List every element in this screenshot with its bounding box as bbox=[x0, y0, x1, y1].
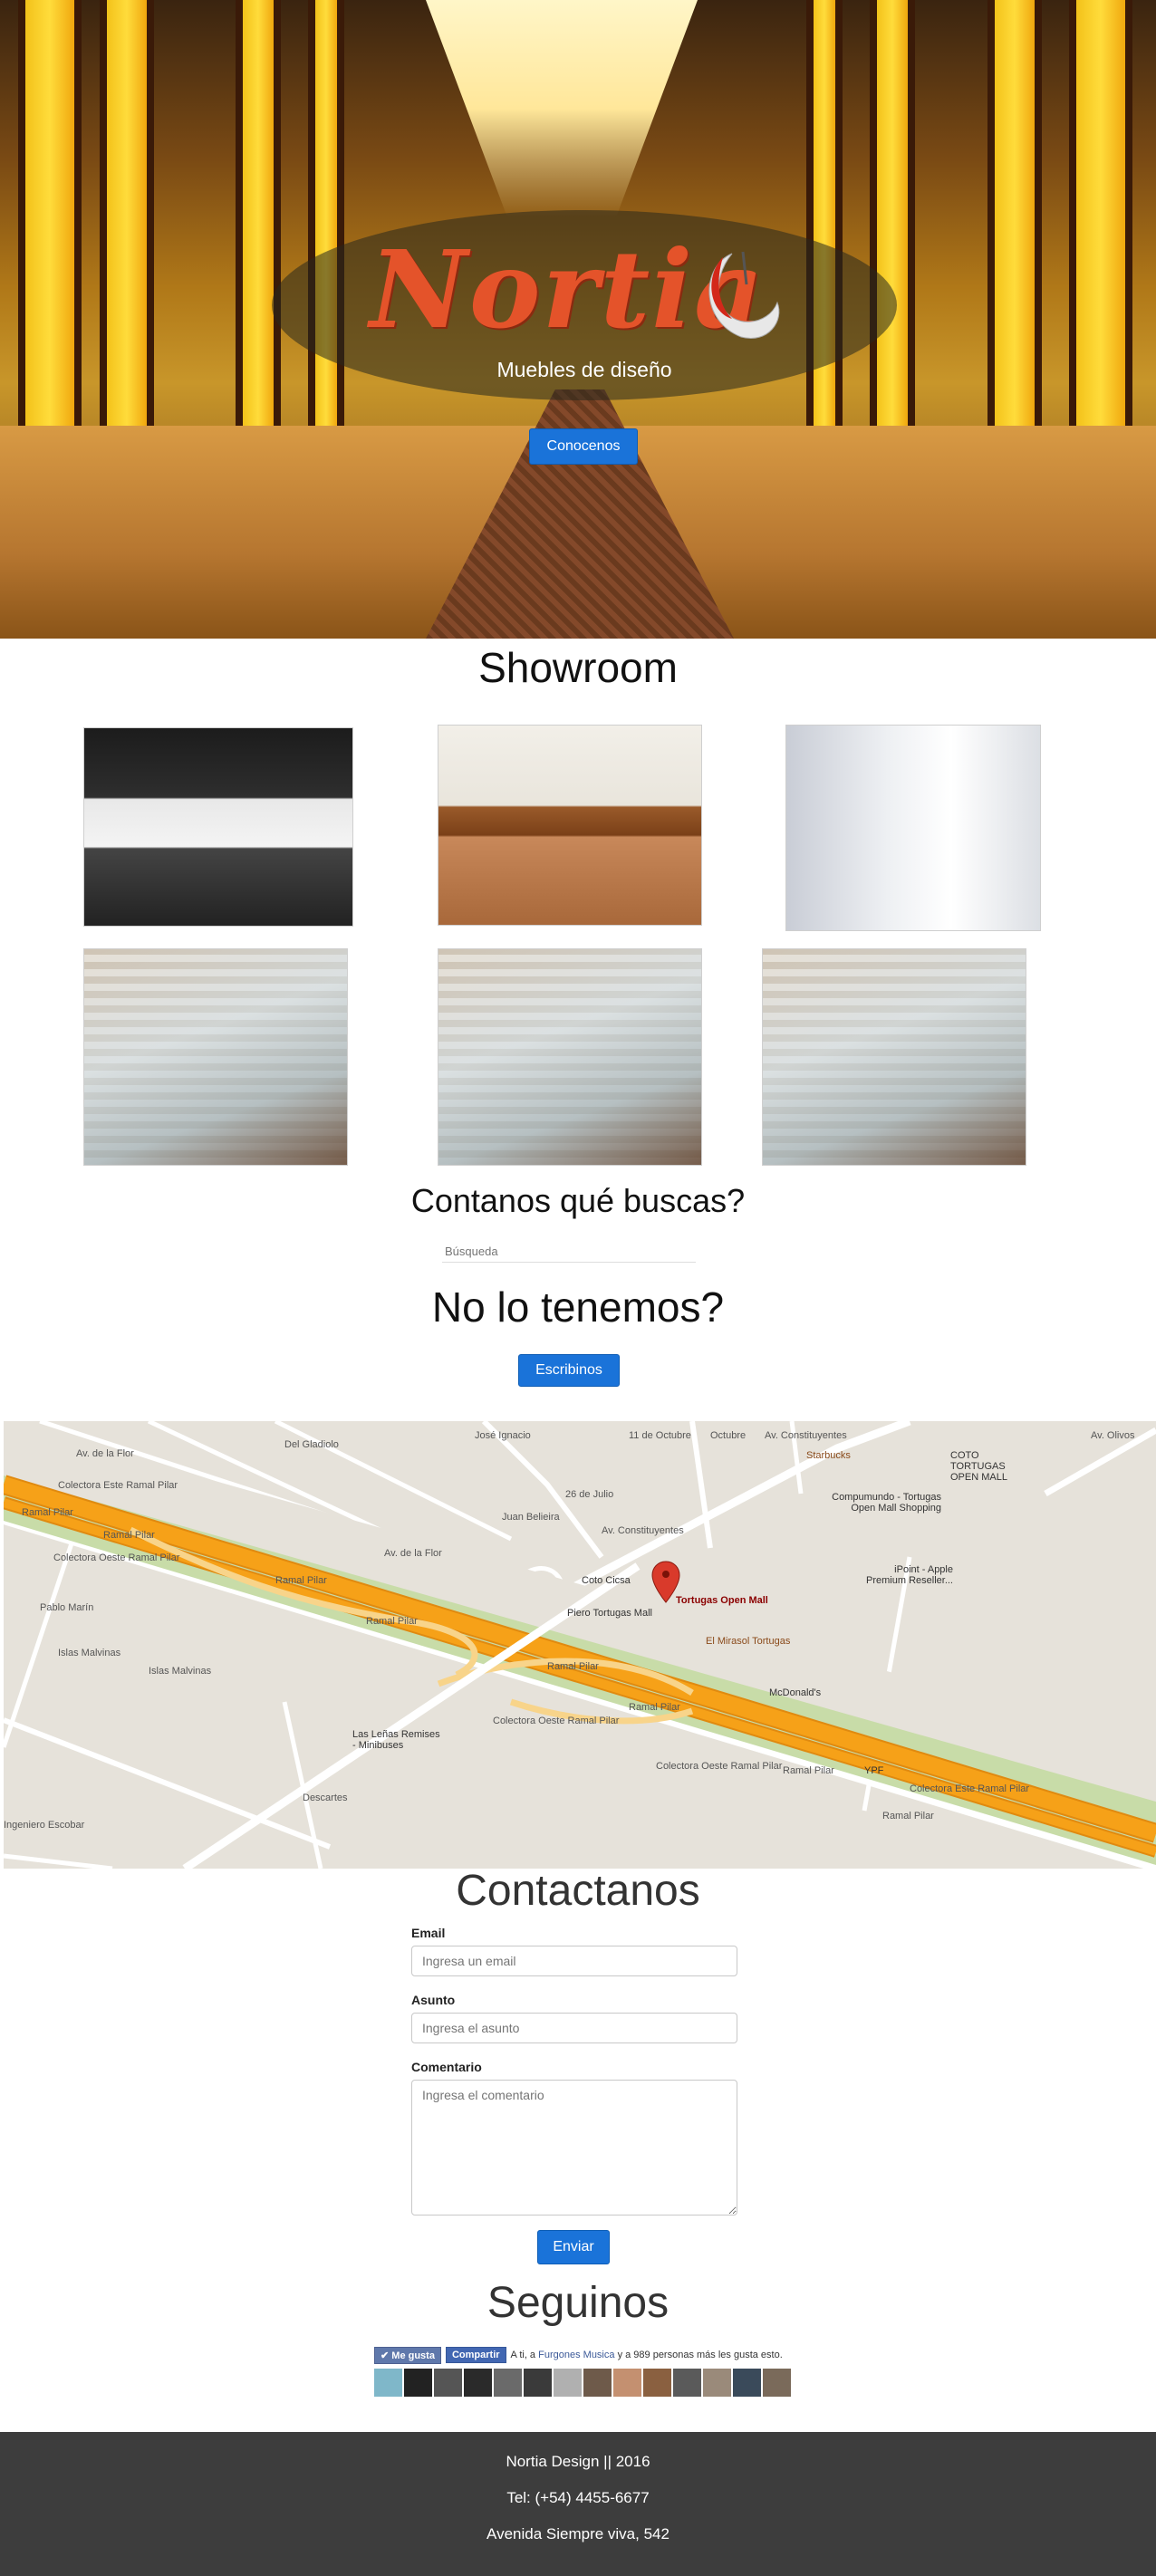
map-street-label: Descartes bbox=[303, 1793, 348, 1803]
not-found-title: No lo tenemos? bbox=[431, 1283, 725, 1331]
showroom-photo[interactable] bbox=[438, 725, 702, 926]
map-street-label: 11 de Octubre bbox=[629, 1430, 691, 1441]
map-street-label: Av. Constituyentes bbox=[765, 1430, 847, 1441]
map-street-label: Juan Belieira bbox=[502, 1512, 560, 1523]
map-street-label: Islas Malvinas bbox=[58, 1648, 121, 1658]
fb-face-avatar[interactable] bbox=[434, 2369, 462, 2397]
fb-face-avatar[interactable] bbox=[494, 2369, 522, 2397]
map-poi-ypf[interactable]: YPF bbox=[864, 1765, 883, 1776]
fb-face-avatar[interactable] bbox=[464, 2369, 492, 2397]
email-label: Email bbox=[411, 1926, 446, 1940]
map-poi-las-lenas[interactable]: Las Leñas Remises - Minibuses bbox=[352, 1729, 443, 1751]
comment-label: Comentario bbox=[411, 2060, 482, 2074]
fb-face-avatar[interactable] bbox=[583, 2369, 612, 2397]
fb-text-post: y a 989 personas más les gusta esto. bbox=[617, 2350, 783, 2360]
conocenos-button[interactable]: Conocenos bbox=[529, 428, 638, 465]
fb-face-avatar[interactable] bbox=[703, 2369, 731, 2397]
fb-share-button[interactable]: Compartir bbox=[445, 2347, 506, 2363]
fb-like-text: A ti, a Furgones Musica y a 989 personas… bbox=[511, 2350, 783, 2360]
escribinos-button[interactable]: Escribinos bbox=[518, 1354, 620, 1387]
map-poi-mirasol[interactable]: El Mirasol Tortugas bbox=[706, 1636, 790, 1647]
map-street-label: Ramal Pilar bbox=[783, 1765, 834, 1776]
map-street-label: Colectora Oeste Ramal Pilar bbox=[53, 1552, 180, 1563]
search-title: Contanos qué buscas? bbox=[410, 1182, 746, 1219]
footer-copyright: Nortia Design || 2016 bbox=[506, 2453, 650, 2470]
footer-address: Avenida Siempre viva, 542 bbox=[486, 2525, 670, 2542]
showroom-photo[interactable] bbox=[83, 727, 353, 927]
subject-label: Asunto bbox=[411, 1993, 456, 2007]
fb-like-button[interactable]: ✔ Me gusta bbox=[374, 2346, 441, 2364]
map-street-label: Colectora Este Ramal Pilar bbox=[910, 1783, 1030, 1794]
hero-pillar bbox=[870, 0, 915, 471]
map-street-label: Colectora Oeste Ramal Pilar bbox=[656, 1761, 783, 1772]
map-street-label: Ramal Pilar bbox=[22, 1507, 73, 1518]
map-street-label: Islas Malvinas bbox=[149, 1666, 212, 1677]
map-poi-compumundo[interactable]: Compumundo - Tortugas Open Mall Shopping bbox=[814, 1492, 941, 1514]
showroom-title: Showroom bbox=[478, 644, 678, 691]
fb-faces bbox=[374, 2369, 791, 2397]
map-street-label: Ramal Pilar bbox=[629, 1702, 680, 1713]
map-street-label: Av. Constituyentes bbox=[602, 1525, 684, 1536]
map-street-label: 26 de Julio bbox=[565, 1489, 614, 1500]
showroom-photo[interactable] bbox=[762, 948, 1026, 1166]
hero-banner: Nortia Muebles de diseño Conocenos bbox=[0, 0, 1156, 639]
showroom-photo[interactable] bbox=[438, 948, 702, 1166]
fb-face-avatar[interactable] bbox=[524, 2369, 552, 2397]
fb-text-pre: A ti, a bbox=[510, 2350, 536, 2360]
map-poi-starbucks[interactable]: Starbucks bbox=[806, 1450, 851, 1461]
fb-face-avatar[interactable] bbox=[643, 2369, 671, 2397]
fb-face-avatar[interactable] bbox=[374, 2369, 402, 2397]
page: Nortia Muebles de diseño Conocenos Showr… bbox=[0, 0, 1156, 2576]
map-street-label: Av. Olivos bbox=[1091, 1430, 1135, 1441]
search-input[interactable] bbox=[442, 1241, 696, 1263]
fb-face-avatar[interactable] bbox=[673, 2369, 701, 2397]
location-map[interactable]: Av. de la Flor Del Gladiolo José Ignacio… bbox=[4, 1421, 1156, 1869]
map-street-label: Colectora Oeste Ramal Pilar bbox=[493, 1716, 620, 1726]
fb-face-avatar[interactable] bbox=[733, 2369, 761, 2397]
map-street-label: Pablo Marín bbox=[40, 1602, 94, 1613]
logo-swirl-icon bbox=[708, 251, 780, 339]
map-street-label: José Ignacio bbox=[475, 1430, 531, 1441]
footer-phone: Tel: (+54) 4455-6677 bbox=[506, 2489, 650, 2506]
map-street-label: Ramal Pilar bbox=[882, 1811, 934, 1821]
map-poi-mcdonalds[interactable]: McDonald's bbox=[769, 1687, 821, 1698]
map-street-label: Ramal Pilar bbox=[547, 1661, 599, 1672]
map-street-label: Ramal Pilar bbox=[275, 1575, 327, 1586]
fb-like-label: Me gusta bbox=[391, 2350, 435, 2361]
map-street-label: Del Gladiolo bbox=[284, 1439, 339, 1450]
hero-tagline: Muebles de diseño bbox=[496, 358, 672, 381]
facebook-like-box: ✔ Me gusta Compartir A ti, a Furgones Mu… bbox=[374, 2346, 783, 2364]
ceiling-light bbox=[426, 0, 698, 217]
social-title: Seguinos bbox=[486, 2279, 670, 2327]
map-poi-coto-cicsa[interactable]: Coto Cicsa bbox=[582, 1575, 631, 1586]
map-street-label: Av. de la Flor bbox=[384, 1548, 442, 1559]
footer: Nortia Design || 2016 Tel: (+54) 4455-66… bbox=[0, 2432, 1156, 2576]
map-street-label: Ramal Pilar bbox=[366, 1616, 418, 1627]
showroom-photo[interactable] bbox=[83, 948, 348, 1166]
map-poi-piero[interactable]: Piero Tortugas Mall bbox=[567, 1608, 652, 1619]
map-street-label: Ingeniero Escobar bbox=[4, 1820, 85, 1831]
contact-title: Contactanos bbox=[456, 1867, 700, 1915]
map-street-label: Octubre bbox=[710, 1430, 747, 1441]
subject-field[interactable] bbox=[411, 2013, 737, 2043]
fb-face-avatar[interactable] bbox=[554, 2369, 582, 2397]
fb-face-avatar[interactable] bbox=[404, 2369, 432, 2397]
hero-pillar bbox=[236, 0, 281, 471]
comment-field[interactable] bbox=[411, 2080, 737, 2216]
showroom-photo[interactable] bbox=[785, 725, 1041, 931]
map-poi-ipoint[interactable]: iPoint - Apple Premium Reseller... bbox=[855, 1564, 953, 1586]
map-poi-coto[interactable]: COTO TORTUGAS OPEN MALL bbox=[950, 1450, 1032, 1483]
email-field[interactable] bbox=[411, 1946, 737, 1976]
send-button[interactable]: Enviar bbox=[537, 2230, 610, 2264]
map-marker-label[interactable]: Tortugas Open Mall bbox=[676, 1595, 768, 1606]
fb-page-link[interactable]: Furgones Musica bbox=[538, 2350, 614, 2360]
map-street-label: Av. de la Flor bbox=[76, 1448, 134, 1459]
map-street-label: Colectora Este Ramal Pilar bbox=[58, 1480, 178, 1491]
fb-face-avatar[interactable] bbox=[763, 2369, 791, 2397]
map-street-label: Ramal Pilar bbox=[103, 1530, 155, 1541]
fb-face-avatar[interactable] bbox=[613, 2369, 641, 2397]
